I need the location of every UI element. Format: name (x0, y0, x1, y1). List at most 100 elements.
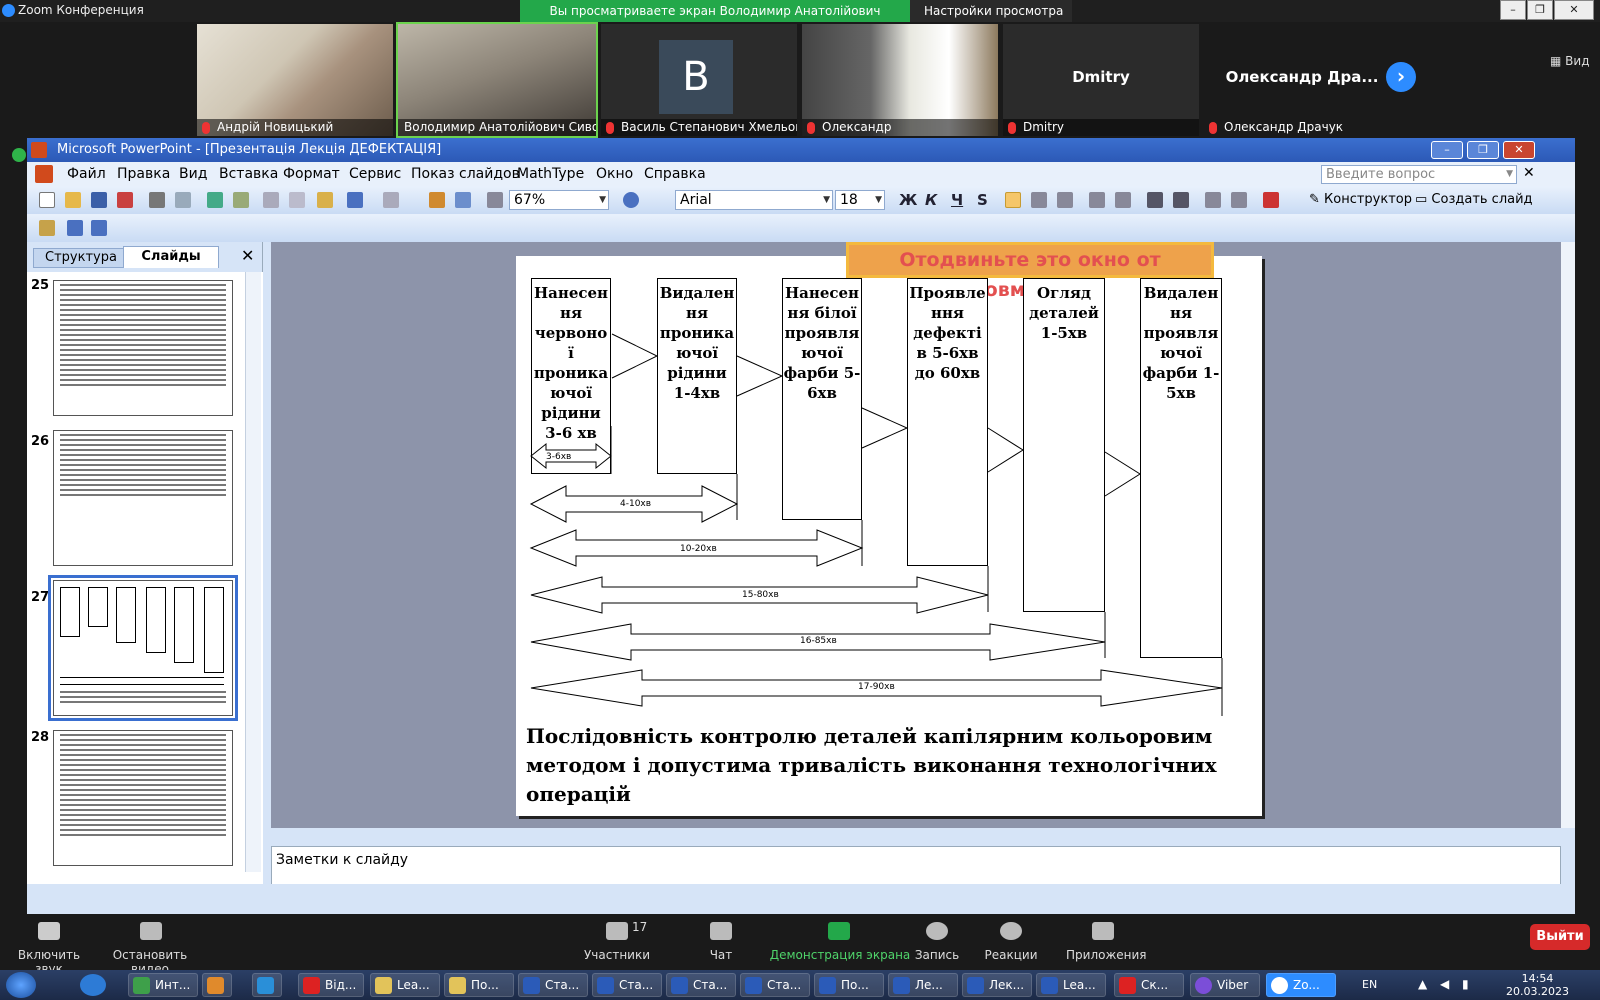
participants-button[interactable]: Участники (580, 948, 654, 962)
taskbar-item[interactable]: Ле... (888, 973, 958, 997)
taskbar-item[interactable]: Ста... (592, 973, 662, 997)
participant-tile-active[interactable]: Володимир Анатолійович Сиво... (396, 22, 598, 138)
numbered-list-icon[interactable] (1089, 192, 1105, 208)
taskbar-item[interactable]: Lea... (370, 973, 440, 997)
menu-help[interactable]: Справка (644, 166, 706, 182)
align-center-icon[interactable] (1031, 192, 1047, 208)
video-icon[interactable] (140, 922, 162, 940)
menu-file[interactable]: Файл (67, 166, 106, 182)
menu-service[interactable]: Сервис (349, 166, 401, 182)
chat-button[interactable]: Чат (696, 948, 746, 962)
taskbar-item[interactable]: Ста... (518, 973, 588, 997)
slide-thumbnail-selected[interactable] (48, 575, 238, 721)
save-icon[interactable] (91, 192, 107, 208)
menu-slideshow[interactable]: Показ слайдов (411, 166, 520, 182)
menu-edit[interactable]: Правка (117, 166, 170, 182)
research-icon[interactable] (233, 192, 249, 208)
copy-icon[interactable] (289, 192, 305, 208)
system-clock[interactable]: 14:54 20.03.2023 (1506, 972, 1569, 998)
taskbar-item-active[interactable]: Zo... (1266, 973, 1336, 997)
redo-icon[interactable] (383, 192, 399, 208)
new-slide-button[interactable]: ▭ Создать слайд (1415, 192, 1533, 207)
participant-tile[interactable]: Олександр Дра... Олександр Драчук (1204, 24, 1400, 136)
increase-indent-icon[interactable] (1231, 192, 1247, 208)
participant-tile[interactable]: Dmitry Dmitry (1003, 24, 1199, 136)
taskbar-item[interactable]: Инт... (128, 973, 198, 997)
tab-structure[interactable]: Структура (33, 248, 129, 268)
tray-arrow-icon[interactable]: ▲ (1418, 977, 1427, 991)
notes-input[interactable]: Заметки к слайду (271, 846, 1561, 886)
taskbar-item[interactable] (252, 973, 282, 997)
menu-mathtype[interactable]: MathType (517, 166, 584, 182)
ie-icon[interactable] (80, 974, 106, 996)
ask-question-input[interactable]: Введите вопрос ▼ (1321, 165, 1517, 184)
mic-off-icon[interactable] (38, 922, 60, 940)
arrow-right-icon[interactable] (91, 220, 107, 236)
taskbar-item[interactable]: По... (444, 973, 514, 997)
slide-thumbnail[interactable] (53, 280, 233, 416)
minimize-icon[interactable]: – (1500, 0, 1526, 20)
align-right-icon[interactable] (1057, 192, 1073, 208)
volume-icon[interactable]: ◀ (1440, 977, 1449, 991)
ppt-restore-icon[interactable]: ❐ (1467, 141, 1499, 159)
start-icon[interactable] (6, 972, 36, 998)
slide-scrollbar[interactable] (1561, 242, 1575, 828)
arrow-left-icon[interactable] (67, 220, 83, 236)
menu-view[interactable]: Вид (179, 166, 207, 182)
tab-slides[interactable]: Слайды (123, 246, 219, 268)
preview-icon[interactable] (175, 192, 191, 208)
undo-icon[interactable] (347, 192, 363, 208)
menu-format[interactable]: Формат (283, 166, 340, 182)
font-color-icon[interactable] (1263, 192, 1279, 208)
slide-thumbnail[interactable] (53, 730, 233, 866)
equation-icon[interactable] (39, 220, 55, 236)
taskbar-item[interactable]: Ста... (740, 973, 810, 997)
close-doc-icon[interactable]: ✕ (1523, 165, 1535, 181)
decrease-font-icon[interactable] (1173, 192, 1189, 208)
font-combo[interactable]: Arial ▼ (675, 190, 833, 210)
record-button[interactable]: Запись (910, 948, 964, 962)
bold-button[interactable]: Ж (899, 191, 917, 209)
record-icon[interactable] (926, 922, 948, 940)
taskbar-item[interactable] (202, 973, 232, 997)
taskbar-item[interactable]: Ста... (666, 973, 736, 997)
view-settings-dropdown[interactable]: Настройки просмотра ⌄ (910, 0, 1072, 40)
grid-toggle-icon[interactable] (487, 192, 503, 208)
decrease-indent-icon[interactable] (1205, 192, 1221, 208)
slide-canvas[interactable]: Отодвиньте это окно от совместно Нанесен… (516, 242, 1262, 816)
participant-tile[interactable]: Олександр (802, 24, 998, 136)
menu-window[interactable]: Окно (596, 166, 633, 182)
font-size-combo[interactable]: 18 ▼ (835, 190, 885, 210)
reactions-button[interactable]: Реакции (980, 948, 1042, 962)
open-icon[interactable] (65, 192, 81, 208)
new-icon[interactable] (39, 192, 55, 208)
apps-button[interactable]: Приложения (1066, 948, 1147, 962)
taskbar-item[interactable]: Від... (298, 973, 364, 997)
taskbar-item[interactable]: Lea... (1036, 973, 1106, 997)
bullet-list-icon[interactable] (1115, 192, 1131, 208)
view-button[interactable]: ▦ Вид (1550, 54, 1589, 68)
reactions-icon[interactable] (1000, 922, 1022, 940)
zoom-combo[interactable]: 67% ▼ (509, 190, 609, 210)
share-screen-icon[interactable] (828, 922, 850, 940)
participant-tile[interactable]: B Василь Степанович Хмельов... (601, 24, 797, 136)
close-pane-icon[interactable]: ✕ (241, 246, 254, 265)
document-icon[interactable] (35, 165, 53, 183)
slide-thumbnail[interactable] (53, 430, 233, 566)
taskbar-item[interactable]: Лек... (962, 973, 1032, 997)
leave-button[interactable]: Выйти (1530, 924, 1590, 950)
taskbar-item[interactable]: По... (814, 973, 884, 997)
network-icon[interactable]: ▮ (1462, 977, 1469, 991)
underline-button[interactable]: Ч (951, 191, 963, 209)
gallery-next-button[interactable]: › (1386, 62, 1416, 92)
increase-font-icon[interactable] (1147, 192, 1163, 208)
share-screen-button[interactable]: Демонстрация экрана (768, 948, 912, 962)
participant-tile[interactable]: Андрій Новицький (197, 24, 393, 136)
ppt-close-icon[interactable]: ✕ (1503, 141, 1535, 159)
ppt-minimize-icon[interactable]: – (1431, 141, 1463, 159)
language-indicator[interactable]: EN (1362, 978, 1377, 991)
spellcheck-icon[interactable] (207, 192, 223, 208)
participants-icon[interactable] (606, 922, 628, 940)
table-icon[interactable] (455, 192, 471, 208)
taskbar-item[interactable]: Ск... (1114, 973, 1184, 997)
